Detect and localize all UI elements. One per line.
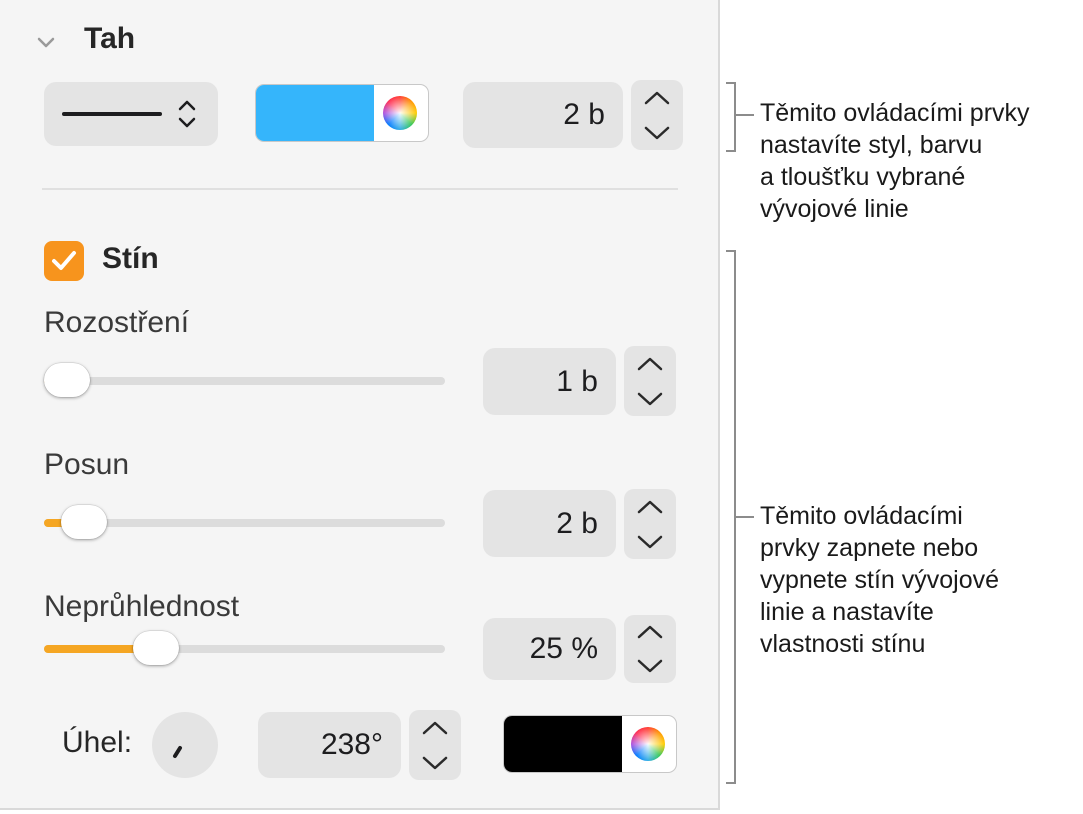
shadow-color-well[interactable] xyxy=(504,716,676,772)
opacity-label: Neprůhlednost xyxy=(44,590,240,623)
opacity-stepper[interactable] xyxy=(624,615,676,683)
stepper-down-icon[interactable] xyxy=(624,381,676,416)
stroke-callout-leader xyxy=(736,114,754,116)
stepper-up-icon[interactable] xyxy=(624,489,676,524)
checkmark-icon xyxy=(52,251,76,270)
offset-label: Posun xyxy=(44,448,130,481)
color-wheel-icon[interactable] xyxy=(383,96,417,130)
stroke-color-swatch[interactable] xyxy=(256,85,374,141)
offset-value-field[interactable]: 2 b xyxy=(483,490,616,557)
opacity-slider-knob[interactable] xyxy=(133,631,180,665)
shadow-section-title: Stín xyxy=(102,242,159,275)
stepper-up-icon[interactable] xyxy=(624,615,676,649)
stepper-down-icon[interactable] xyxy=(624,524,676,559)
blur-value-field[interactable]: 1 b xyxy=(483,348,616,415)
shadow-color-swatch[interactable] xyxy=(504,716,622,772)
blur-label: Rozostření xyxy=(44,306,190,339)
stroke-color-well[interactable] xyxy=(256,85,428,141)
color-wheel-icon[interactable] xyxy=(631,727,665,761)
shadow-callout-bracket xyxy=(726,250,736,784)
blur-stepper[interactable] xyxy=(624,346,676,416)
blur-slider[interactable] xyxy=(44,363,445,397)
line-style-popup[interactable] xyxy=(44,82,218,146)
angle-indicator-icon xyxy=(170,740,200,775)
stroke-callout-bracket xyxy=(726,82,736,152)
opacity-slider[interactable] xyxy=(44,631,445,665)
stepper-down-icon[interactable] xyxy=(409,745,461,780)
angle-stepper[interactable] xyxy=(409,710,461,780)
chevron-down-icon[interactable] xyxy=(36,36,56,50)
stepper-up-icon[interactable] xyxy=(409,710,461,745)
popup-arrows-icon xyxy=(176,96,198,132)
offset-slider[interactable] xyxy=(44,505,445,539)
solid-line-preview xyxy=(62,112,162,116)
offset-slider-knob[interactable] xyxy=(61,505,108,539)
shadow-callout-leader xyxy=(736,516,754,518)
angle-label: Úhel: xyxy=(62,726,133,759)
format-sidebar-panel: Tah 2 b Stín Rozostření 1 b Posun 2 b Ne… xyxy=(0,0,720,810)
shadow-checkbox[interactable] xyxy=(44,241,84,281)
blur-slider-knob[interactable] xyxy=(44,363,90,397)
stepper-up-icon[interactable] xyxy=(631,80,683,115)
stepper-up-icon[interactable] xyxy=(624,346,676,381)
angle-value-field[interactable]: 238° xyxy=(258,712,401,778)
stroke-width-stepper[interactable] xyxy=(631,80,683,150)
angle-dial[interactable] xyxy=(152,712,218,778)
stepper-down-icon[interactable] xyxy=(624,649,676,683)
stroke-callout-text: Těmito ovládacími prvky nastavíte styl, … xyxy=(760,99,1030,223)
stepper-down-icon[interactable] xyxy=(631,115,683,150)
offset-stepper[interactable] xyxy=(624,489,676,559)
stroke-section-title: Tah xyxy=(84,22,136,55)
shadow-callout-text: Těmito ovládacími prvky zapnete nebo vyp… xyxy=(760,502,1000,658)
stroke-width-field[interactable]: 2 b xyxy=(463,82,623,148)
section-divider xyxy=(42,188,678,190)
opacity-value-field[interactable]: 25 % xyxy=(483,618,616,680)
